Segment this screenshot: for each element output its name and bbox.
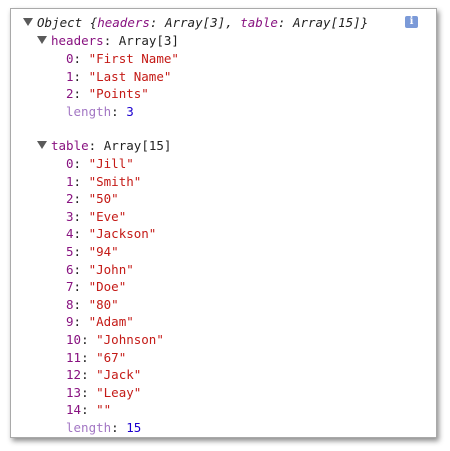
array-index: 1	[66, 68, 74, 84]
table-item-row[interactable]: 13: "Leay"	[66, 384, 141, 401]
array-index: 0	[66, 51, 74, 66]
string-value: "94"	[88, 244, 119, 259]
console-object-panel: Object {headers: Array[3], table: Array[…	[10, 8, 437, 438]
table-type-label: Array[15]	[103, 138, 172, 153]
length-value: 15	[126, 420, 142, 435]
string-value: "Smith"	[88, 173, 142, 189]
array-index: 10	[66, 332, 82, 347]
string-value: "Leay"	[96, 384, 142, 400]
string-value: "Last Name"	[88, 68, 172, 84]
root-object-row[interactable]: Object {headers: Array[3], table: Array[…	[23, 14, 368, 31]
headers-item-row[interactable]: 1: "Last Name"	[66, 68, 171, 85]
array-index: 5	[66, 244, 74, 259]
array-index: 9	[66, 314, 74, 330]
string-value: "80"	[88, 296, 119, 312]
array-index: 4	[66, 226, 74, 242]
table-item-row[interactable]: 6: "John"	[66, 261, 134, 278]
table-item-row[interactable]: 10: "Johnson"	[66, 331, 164, 348]
table-item-row[interactable]: 12: "Jack"	[66, 366, 141, 383]
length-key: length	[66, 103, 112, 119]
table-item-row[interactable]: 9: "Adam"	[66, 313, 134, 330]
expand-triangle-icon[interactable]	[23, 18, 33, 26]
array-index: 1	[66, 173, 74, 189]
table-length-row[interactable]: length: 15	[66, 419, 141, 436]
table-item-row[interactable]: 1: "Smith"	[66, 173, 141, 190]
table-key: table	[51, 138, 89, 153]
table-item-row[interactable]: 8: "80"	[66, 296, 119, 313]
array-index: 12	[66, 367, 82, 383]
table-item-row[interactable]: 3: "Eve"	[66, 208, 126, 225]
string-value: "67"	[96, 349, 127, 365]
array-index: 0	[66, 156, 74, 171]
headers-item-row[interactable]: 0: "First Name"	[66, 50, 179, 67]
table-item-row[interactable]: 11: "67"	[66, 349, 126, 366]
expand-triangle-icon[interactable]	[37, 141, 47, 149]
headers-key: headers	[51, 33, 104, 48]
array-index: 3	[66, 208, 74, 224]
expand-triangle-icon[interactable]	[37, 36, 47, 44]
string-value: "Jackson"	[88, 226, 157, 242]
table-property-row[interactable]: table: Array[15]	[37, 137, 171, 154]
headers-type-label: Array[3]	[118, 33, 179, 48]
array-index: 11	[66, 349, 82, 365]
table-item-row[interactable]: 14: ""	[66, 401, 111, 418]
length-key: length	[66, 420, 112, 435]
string-value: "Adam"	[88, 314, 134, 330]
array-index: 14	[66, 402, 82, 418]
preview-value-table: Array[15]	[292, 15, 361, 30]
string-value: "Doe"	[88, 279, 127, 295]
string-value: "Johnson"	[96, 332, 164, 347]
array-index: 8	[66, 296, 74, 312]
array-index: 2	[66, 191, 74, 207]
table-item-row[interactable]: 7: "Doe"	[66, 278, 126, 295]
root-object-label: Object	[37, 15, 83, 30]
string-value: "John"	[88, 261, 134, 277]
preview-key-headers: headers	[97, 15, 150, 30]
string-value: "50"	[88, 191, 119, 207]
string-value: ""	[96, 402, 112, 418]
preview-value-headers: Array[3]	[164, 15, 226, 30]
headers-property-row[interactable]: headers: Array[3]	[37, 32, 179, 49]
string-value: "First Name"	[88, 51, 179, 66]
string-value: "Eve"	[88, 208, 127, 224]
array-index: 7	[66, 279, 74, 295]
headers-item-row[interactable]: 2: "Points"	[66, 85, 149, 102]
headers-length-row[interactable]: length: 3	[66, 103, 134, 120]
info-icon[interactable]: i	[405, 16, 418, 28]
string-value: "Jill"	[88, 156, 134, 171]
array-index: 2	[66, 86, 74, 102]
string-value: "Jack"	[96, 367, 142, 383]
string-value: "Points"	[88, 86, 149, 102]
length-value: 3	[126, 103, 134, 119]
preview-key-table: table	[240, 15, 278, 30]
array-index: 13	[66, 384, 82, 400]
table-item-row[interactable]: 2: "50"	[66, 190, 119, 207]
array-index: 6	[66, 261, 74, 277]
table-item-row[interactable]: 4: "Jackson"	[66, 225, 156, 242]
table-item-row[interactable]: 5: "94"	[66, 243, 119, 260]
table-item-row[interactable]: 0: "Jill"	[66, 155, 134, 172]
